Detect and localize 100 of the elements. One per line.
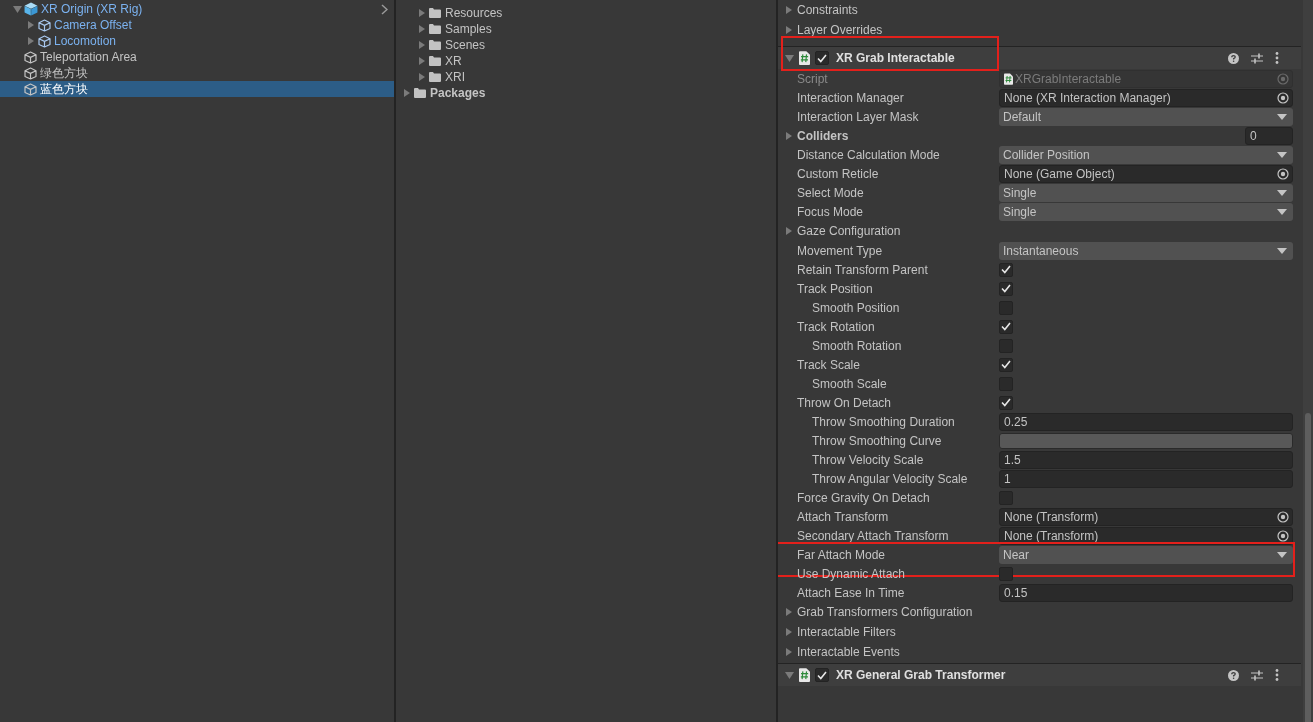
hierarchy-item[interactable]: XR Origin (XR Rig) bbox=[0, 1, 394, 17]
property-label: Throw Smoothing Duration bbox=[812, 414, 955, 429]
checkbox[interactable] bbox=[999, 566, 1013, 581]
folder-icon bbox=[414, 88, 426, 98]
checkbox[interactable] bbox=[999, 262, 1013, 277]
property-label: Secondary Attach Transform bbox=[797, 528, 949, 543]
number-field[interactable]: 1.5 bbox=[999, 450, 1293, 469]
scrollbar-thumb[interactable] bbox=[1305, 413, 1311, 722]
property-label: Interaction Manager bbox=[797, 90, 904, 105]
property-label: Smooth Rotation bbox=[812, 338, 902, 353]
count-field[interactable]: 0 bbox=[1245, 126, 1293, 145]
property-label: Throw On Detach bbox=[797, 395, 892, 410]
checkbox[interactable] bbox=[815, 668, 829, 682]
expand-arrow-icon[interactable] bbox=[417, 25, 426, 33]
checkbox[interactable] bbox=[815, 51, 829, 65]
target-icon[interactable] bbox=[1277, 167, 1289, 180]
property-label: Interaction Layer Mask bbox=[797, 109, 919, 124]
expand-arrow-icon[interactable] bbox=[785, 628, 793, 636]
foldout-label[interactable]: Gaze Configuration bbox=[778, 224, 1197, 238]
dropdown[interactable]: Single bbox=[999, 202, 1293, 221]
foldout-label[interactable]: Interactable Events bbox=[778, 645, 1197, 659]
caret-icon bbox=[1277, 189, 1287, 196]
script-field: XRGrabInteractable bbox=[999, 69, 1293, 88]
cube-icon bbox=[38, 34, 51, 48]
expand-arrow-icon[interactable] bbox=[785, 608, 793, 616]
target-icon[interactable] bbox=[1277, 91, 1289, 104]
property-label: Track Rotation bbox=[797, 319, 875, 334]
hierarchy-item[interactable]: Camera Offset bbox=[0, 17, 394, 33]
presets-icon[interactable] bbox=[1251, 669, 1263, 681]
expand-arrow-icon[interactable] bbox=[785, 26, 793, 34]
checkbox[interactable] bbox=[999, 357, 1013, 372]
script-icon bbox=[799, 668, 810, 682]
curve-field[interactable] bbox=[999, 432, 1293, 449]
hierarchy-item[interactable]: 绿色方块 bbox=[0, 65, 394, 81]
object-field[interactable]: None (XR Interaction Manager) bbox=[999, 88, 1293, 107]
dropdown[interactable]: Default bbox=[999, 107, 1293, 126]
property-label: Script bbox=[797, 71, 828, 86]
expand-arrow-icon[interactable] bbox=[417, 73, 426, 81]
section-foldout[interactable]: Constraints bbox=[778, 3, 999, 17]
property-label: Smooth Scale bbox=[812, 376, 887, 391]
folder-item[interactable]: Resources bbox=[396, 5, 776, 21]
collapse-arrow-icon[interactable] bbox=[12, 5, 22, 13]
caret-icon bbox=[1277, 247, 1287, 254]
property-label: Force Gravity On Detach bbox=[797, 490, 930, 505]
property-label: Attach Transform bbox=[797, 509, 889, 524]
cube-icon bbox=[38, 18, 51, 32]
expand-arrow-icon[interactable] bbox=[402, 89, 411, 97]
folder-item[interactable]: Samples bbox=[396, 21, 776, 37]
checkbox[interactable] bbox=[999, 395, 1013, 410]
component-title: XR General Grab Transformer bbox=[836, 668, 1006, 682]
dropdown[interactable]: Collider Position bbox=[999, 145, 1293, 164]
expand-arrow-icon[interactable] bbox=[417, 9, 426, 17]
help-icon[interactable] bbox=[1228, 669, 1239, 681]
checkbox[interactable] bbox=[999, 281, 1013, 296]
expand-arrow-icon[interactable] bbox=[785, 6, 793, 14]
folder-icon bbox=[429, 24, 441, 34]
object-field[interactable]: None (Game Object) bbox=[999, 164, 1293, 183]
checkbox[interactable] bbox=[999, 319, 1013, 334]
folder-item[interactable]: Packages bbox=[396, 85, 776, 101]
target-icon[interactable] bbox=[1277, 510, 1289, 523]
menu-icon[interactable] bbox=[1275, 669, 1279, 681]
presets-icon[interactable] bbox=[1251, 52, 1263, 64]
collapse-arrow-icon[interactable] bbox=[785, 671, 794, 679]
collapse-arrow-icon[interactable] bbox=[785, 54, 794, 62]
folder-item[interactable]: Scenes bbox=[396, 37, 776, 53]
hierarchy-item[interactable]: 蓝色方块 bbox=[0, 81, 394, 97]
expand-arrow-icon[interactable] bbox=[417, 57, 426, 65]
folder-item[interactable]: XRI bbox=[396, 69, 776, 85]
object-field[interactable]: None (Transform) bbox=[999, 507, 1293, 526]
expand-arrow-icon[interactable] bbox=[785, 131, 793, 140]
expand-arrow-icon[interactable] bbox=[27, 21, 35, 29]
number-field[interactable]: 1 bbox=[999, 469, 1293, 488]
property-label: Track Position bbox=[797, 281, 873, 296]
dropdown[interactable]: Single bbox=[999, 183, 1293, 202]
expand-arrow-icon[interactable] bbox=[785, 648, 793, 656]
foldout-label[interactable]: Grab Transformers Configuration bbox=[778, 605, 1197, 619]
expand-arrow-icon[interactable] bbox=[785, 227, 793, 235]
hierarchy-item[interactable]: Teleportation Area bbox=[0, 49, 394, 65]
expand-arrow-icon[interactable] bbox=[417, 41, 426, 49]
number-field[interactable]: 0.25 bbox=[999, 412, 1293, 431]
number-field[interactable]: 0.15 bbox=[999, 583, 1293, 602]
cube-icon bbox=[24, 50, 37, 64]
property-label: Movement Type bbox=[797, 243, 883, 258]
dropdown[interactable]: Instantaneous bbox=[999, 241, 1293, 260]
hierarchy-item[interactable]: Locomotion bbox=[0, 33, 394, 49]
section-foldout[interactable]: Layer Overrides bbox=[778, 23, 999, 37]
folder-item[interactable]: XR bbox=[396, 53, 776, 69]
chevron-right-icon[interactable] bbox=[381, 4, 388, 15]
property-label: Attach Ease In Time bbox=[797, 585, 905, 600]
list-foldout[interactable]: Colliders bbox=[778, 128, 999, 143]
dropdown[interactable]: Near bbox=[999, 545, 1293, 564]
cube-icon bbox=[24, 82, 37, 96]
component-header[interactable]: XR Grab Interactable bbox=[778, 46, 1301, 69]
component-title: XR Grab Interactable bbox=[836, 51, 955, 65]
target-icon[interactable] bbox=[1277, 529, 1289, 542]
help-icon[interactable] bbox=[1228, 52, 1239, 64]
component-header[interactable]: XR General Grab Transformer bbox=[778, 663, 1301, 686]
menu-icon[interactable] bbox=[1275, 52, 1279, 64]
foldout-label[interactable]: Interactable Filters bbox=[778, 625, 1197, 639]
expand-arrow-icon[interactable] bbox=[27, 37, 35, 45]
